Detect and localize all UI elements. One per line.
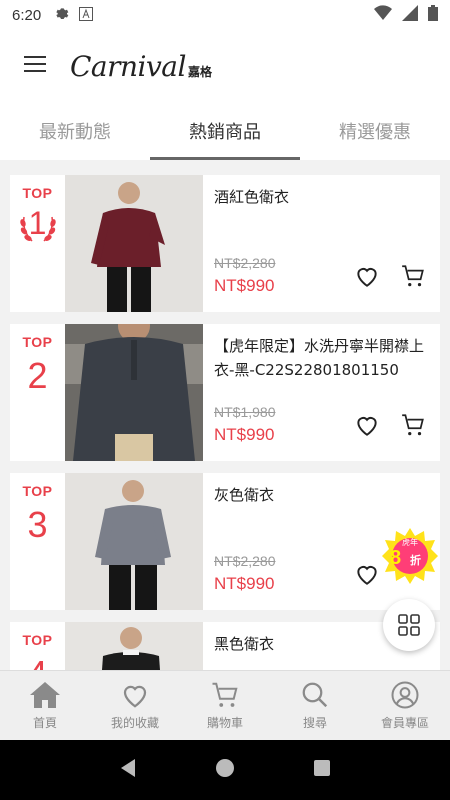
product-image[interactable] [65, 175, 203, 312]
home-icon [30, 682, 60, 708]
rank-badge: TOP 3 [10, 473, 65, 610]
brand-logo[interactable]: Carnival 嘉格 [70, 50, 212, 83]
promo-line3: 折 [410, 554, 421, 567]
category-tabs: 最新動態 熱銷商品 精選優惠 [0, 102, 450, 160]
product-list[interactable]: TOP 1 酒紅色衛衣 NT$2,280 NT$990 TOP 2 【虎年限定】… [0, 160, 450, 670]
tab-label: 熱銷商品 [189, 122, 261, 143]
heart-icon [357, 566, 377, 585]
rank-label: TOP [22, 334, 53, 350]
product-image[interactable] [65, 473, 203, 610]
logo-cn-text: 嘉格 [187, 64, 212, 79]
cart-icon [212, 682, 238, 707]
rank-badge: TOP 1 [10, 175, 65, 312]
rank-label: TOP [22, 632, 53, 648]
cart-icon [402, 414, 424, 436]
favorite-button[interactable] [354, 412, 380, 438]
user-icon [391, 681, 419, 709]
tab-latest-news[interactable]: 最新動態 [0, 102, 150, 160]
add-to-cart-button[interactable] [400, 263, 426, 289]
heart-icon [123, 685, 147, 708]
product-image[interactable] [65, 622, 203, 670]
system-navigation-bar [0, 740, 450, 800]
nav-label: 搜尋 [302, 716, 327, 730]
product-card[interactable]: TOP 4 黑色衛衣 [10, 622, 440, 670]
product-info: 【虎年限定】水洗丹寧半開襟上衣-黑-C22S22801801150 NT$1,9… [203, 324, 440, 461]
product-title[interactable]: 【虎年限定】水洗丹寧半開襟上衣-黑-C22S22801801150 [214, 334, 430, 382]
nav-favorites[interactable]: 我的收藏 [90, 671, 180, 740]
nav-label: 購物車 [206, 716, 243, 730]
tab-best-sellers[interactable]: 熱銷商品 [150, 102, 300, 160]
settings-icon [53, 5, 69, 25]
rank-number: 3 [27, 504, 48, 545]
nav-cart[interactable]: 購物車 [180, 671, 270, 740]
sale-price: NT$990 [214, 574, 275, 593]
rank-label: TOP [22, 185, 53, 201]
status-time: 6:20 [12, 6, 42, 24]
grid-view-button[interactable] [383, 599, 435, 651]
tab-label: 最新動態 [39, 122, 111, 143]
back-icon[interactable] [119, 758, 137, 782]
battery-icon [428, 5, 438, 25]
nav-home[interactable]: 首頁 [0, 671, 90, 740]
product-card[interactable]: TOP 2 【虎年限定】水洗丹寧半開襟上衣-黑-C22S22801801150 … [10, 324, 440, 461]
tab-featured-offers[interactable]: 精選優惠 [300, 102, 450, 160]
nav-label: 首頁 [32, 716, 57, 730]
rank-number: 4 [27, 654, 47, 670]
product-card[interactable]: TOP 3 灰色衛衣 NT$2,280 NT$990 [10, 473, 440, 610]
menu-button[interactable] [0, 30, 70, 102]
rank-number: 2 [27, 355, 48, 396]
product-image[interactable] [65, 324, 203, 461]
search-icon [302, 682, 328, 708]
product-card[interactable]: TOP 1 酒紅色衛衣 NT$2,280 NT$990 [10, 175, 440, 312]
rank-badge: TOP 4 [10, 622, 65, 670]
hamburger-icon [24, 55, 46, 77]
laurel-rank: 1 [16, 201, 60, 247]
recents-icon[interactable] [313, 759, 331, 781]
rank-badge: TOP 2 [10, 324, 65, 461]
grid-icon [398, 614, 420, 636]
product-info: 酒紅色衛衣 NT$2,280 NT$990 [203, 175, 440, 312]
sale-price: NT$990 [214, 425, 275, 444]
heart-icon [357, 417, 377, 436]
rank-number: 1 [28, 205, 47, 242]
cart-icon [402, 265, 424, 287]
nav-member[interactable]: 會員專區 [360, 671, 450, 740]
add-to-cart-button[interactable] [400, 412, 426, 438]
favorite-button[interactable] [354, 263, 380, 289]
status-bar: 6:20 [0, 0, 450, 30]
promo-line1: 虎年 [402, 538, 418, 547]
rank-label: TOP [22, 483, 53, 499]
nav-label: 會員專區 [380, 716, 429, 730]
heart-icon [357, 268, 377, 287]
signal-icon [402, 5, 418, 25]
nav-label: 我的收藏 [110, 716, 159, 730]
promo-badge[interactable]: 虎年 8 折 [382, 528, 438, 584]
original-price: NT$2,280 [214, 255, 276, 271]
product-title[interactable]: 灰色衛衣 [214, 483, 430, 507]
original-price: NT$2,280 [214, 553, 276, 569]
bottom-navigation: 首頁 我的收藏 購物車 搜尋 會員專區 [0, 670, 450, 740]
product-title[interactable]: 酒紅色衛衣 [214, 185, 430, 209]
wifi-icon [374, 5, 392, 25]
app-header: Carnival 嘉格 [0, 30, 450, 102]
favorite-button[interactable] [354, 561, 380, 587]
home-circle-icon[interactable] [215, 758, 235, 782]
sale-price: NT$990 [214, 276, 275, 295]
promo-line2: 8 [390, 547, 402, 569]
tab-label: 精選優惠 [339, 122, 411, 143]
logo-text: Carnival [70, 49, 186, 83]
notification-a-icon [79, 6, 94, 25]
original-price: NT$1,980 [214, 404, 276, 420]
nav-search[interactable]: 搜尋 [270, 671, 360, 740]
